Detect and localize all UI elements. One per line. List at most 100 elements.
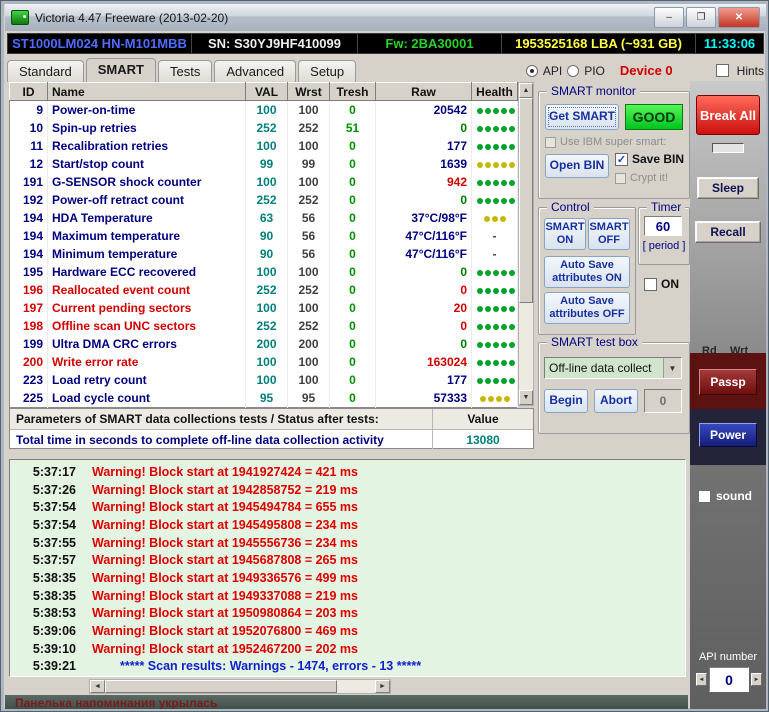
smart-row-197[interactable]: 197Current pending sectors100100020 [10, 299, 518, 317]
abort-button[interactable]: Abort [594, 389, 638, 413]
log-lines: 5:37:17Warning! Block start at 194192742… [10, 463, 685, 675]
cell-tresh: 0 [330, 281, 376, 299]
cell-raw: 0 [376, 317, 472, 335]
cell-health [472, 353, 518, 371]
cell-id: 10 [10, 119, 48, 137]
sound-checkbox[interactable] [698, 490, 711, 503]
smart-row-11[interactable]: 11Recalibration retries1001000177 [10, 137, 518, 155]
scroll-thumb[interactable] [519, 98, 533, 303]
cell-raw: 57333 [376, 389, 472, 408]
smart-row-194[interactable]: 194HDA Temperature6356037°C/98°F [10, 209, 518, 227]
health-dot [501, 162, 507, 168]
test-select[interactable]: Off-line data collect ▼ [544, 357, 682, 379]
cell-id: 223 [10, 371, 48, 389]
smart-attributes-table: ID Name VAL Wrst Tresh Raw Health 9Power… [9, 82, 518, 408]
cell-raw: 37°C/98°F [376, 209, 472, 227]
smart-row-225[interactable]: 225Load cycle count9595057333 [10, 389, 518, 408]
scroll-down-button[interactable]: ▼ [519, 390, 533, 405]
health-dot [492, 216, 498, 222]
recall-button[interactable]: Recall [695, 221, 761, 243]
smart-row-194[interactable]: 194Minimum temperature9056047°C/116°F- [10, 245, 518, 263]
test-counter-field: 0 [644, 389, 682, 413]
status-text: Панелька напоминания укрылась [15, 696, 217, 709]
autosave-on-button[interactable]: Auto Save attributes ON [544, 256, 630, 288]
tab-setup[interactable]: Setup [298, 60, 356, 82]
cell-health [472, 263, 518, 281]
cell-val: 252 [246, 119, 288, 137]
sleep-button[interactable]: Sleep [697, 177, 759, 199]
minimize-button[interactable]: – [654, 7, 684, 28]
window-title: Victoria 4.47 Freeware (2013-02-20) [35, 11, 228, 25]
pio-radio-label: PIO [584, 64, 605, 78]
scroll-left-button[interactable]: ◄ [90, 680, 105, 693]
cell-val: 90 [246, 227, 288, 245]
smart-row-12[interactable]: 12Start/stop count999901639 [10, 155, 518, 173]
drive-model: ST1000LM024 HN-M101MBB [8, 34, 192, 53]
api-number-increment-button[interactable]: ► [751, 673, 762, 686]
horizontal-scroll-thumb[interactable] [105, 680, 337, 693]
cell-raw: 0 [376, 281, 472, 299]
save-bin-row: ✓ Save BIN [615, 152, 684, 166]
header-name: Name [48, 83, 246, 101]
scroll-right-button[interactable]: ► [375, 680, 390, 693]
cell-health [472, 137, 518, 155]
cell-health [472, 281, 518, 299]
smart-row-194[interactable]: 194Maximum temperature9056047°C/116°F- [10, 227, 518, 245]
table-scrollbar[interactable]: ▲ ▼ [518, 82, 534, 406]
smart-row-191[interactable]: 191G-SENSOR shock counter1001000942 [10, 173, 518, 191]
params-data-row: Total time in seconds to complete off-li… [10, 430, 533, 449]
tab-standard[interactable]: Standard [7, 60, 84, 82]
tab-smart[interactable]: SMART [86, 58, 156, 82]
timer-on-checkbox[interactable] [644, 278, 657, 291]
health-dot [493, 288, 499, 294]
smart-status-badge: GOOD [625, 104, 683, 130]
header-health: Health [472, 83, 518, 101]
close-button[interactable]: ✕ [718, 7, 760, 28]
smart-row-192[interactable]: 192Power-off retract count25225200 [10, 191, 518, 209]
maximize-button[interactable]: ❐ [686, 7, 716, 28]
smart-row-223[interactable]: 223Load retry count1001000177 [10, 371, 518, 389]
smart-off-button[interactable]: SMART OFF [588, 218, 630, 250]
tab-advanced[interactable]: Advanced [214, 60, 296, 82]
begin-button[interactable]: Begin [544, 389, 588, 413]
dropdown-arrow-icon[interactable]: ▼ [663, 358, 681, 378]
pio-radio[interactable] [567, 65, 579, 77]
cell-name: HDA Temperature [48, 209, 246, 227]
tab-tests[interactable]: Tests [158, 60, 212, 82]
smart-row-10[interactable]: 10Spin-up retries252252510 [10, 119, 518, 137]
smart-on-button[interactable]: SMART ON [544, 218, 586, 250]
autosave-off-button[interactable]: Auto Save attributes OFF [544, 292, 630, 324]
cell-wrst: 95 [288, 389, 330, 408]
timer-period-input[interactable] [644, 216, 682, 236]
titlebar[interactable]: Victoria 4.47 Freeware (2013-02-20) – ❐ … [5, 4, 766, 31]
health-dot [509, 378, 515, 384]
hints-checkbox[interactable] [716, 64, 729, 77]
break-all-button[interactable]: Break All [696, 95, 760, 135]
save-bin-checkbox[interactable]: ✓ [615, 153, 628, 166]
use-ibm-checkbox[interactable] [545, 137, 556, 148]
log-horizontal-scrollbar[interactable]: ◄ ► [89, 679, 391, 694]
control-group: Control SMART ON SMART OFF Auto Save att… [538, 207, 636, 335]
smart-row-199[interactable]: 199Ultra DMA CRC errors20020000 [10, 335, 518, 353]
crypt-checkbox[interactable] [615, 173, 626, 184]
cell-id: 12 [10, 155, 48, 173]
api-radio[interactable] [526, 65, 538, 77]
scroll-up-button[interactable]: ▲ [519, 83, 533, 98]
power-button[interactable]: Power [699, 423, 757, 447]
smart-row-195[interactable]: 195Hardware ECC recovered10010000 [10, 263, 518, 281]
smart-row-9[interactable]: 9Power-on-time100100020542 [10, 101, 518, 120]
smart-row-196[interactable]: 196Reallocated event count25225200 [10, 281, 518, 299]
get-smart-button[interactable]: Get SMART [545, 104, 619, 130]
cell-wrst: 99 [288, 155, 330, 173]
health-dot [493, 306, 499, 312]
smart-row-200[interactable]: 200Write error rate1001000163024 [10, 353, 518, 371]
header-tresh: Tresh [330, 83, 376, 101]
smart-row-198[interactable]: 198Offline scan UNC sectors25225200 [10, 317, 518, 335]
smart-test-group: SMART test box Off-line data collect ▼ B… [538, 342, 690, 434]
cell-wrst: 100 [288, 299, 330, 317]
health-dot [485, 324, 491, 330]
passp-button[interactable]: Passp [699, 369, 757, 395]
open-bin-button[interactable]: Open BIN [545, 154, 609, 178]
health-dot [501, 108, 507, 114]
api-number-decrement-button[interactable]: ◄ [696, 673, 707, 686]
